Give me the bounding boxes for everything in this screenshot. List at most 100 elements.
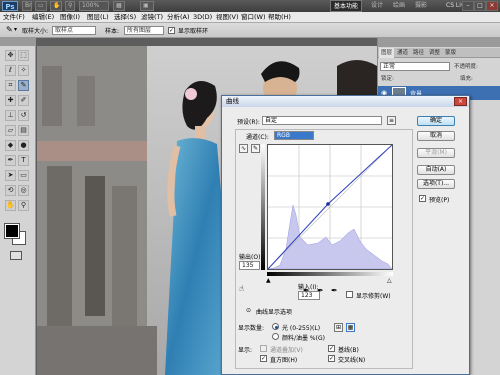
white-point-slider-icon[interactable]: △ <box>387 277 392 284</box>
preset-options-icon[interactable]: ≡ <box>387 116 396 125</box>
shape-icon[interactable]: ▭ <box>18 170 29 181</box>
hand-tool-icon[interactable]: ✋ <box>50 1 62 11</box>
grid-10x10-icon[interactable]: ▦ <box>346 323 355 332</box>
show-clipping-checkbox[interactable] <box>346 291 353 298</box>
dialog-close-icon[interactable]: × <box>454 97 467 106</box>
menu-analysis[interactable]: 分析(A) <box>167 12 190 23</box>
black-eyedropper-icon[interactable]: ✒ <box>303 286 310 295</box>
curve-edit-icon[interactable]: ∿ <box>239 144 248 153</box>
histogram-label: 直方图(H) <box>270 357 298 364</box>
dodge-icon[interactable]: ● <box>18 140 29 151</box>
3d-orbit-icon[interactable]: ◎ <box>18 185 29 196</box>
quick-select-icon[interactable]: ✧ <box>18 65 29 76</box>
pigment-radio[interactable] <box>272 333 279 340</box>
tool-preset-arrow-icon[interactable]: ▾ <box>14 26 17 33</box>
zoom-level[interactable]: 100% <box>79 1 109 11</box>
preview-checkbox[interactable]: ✓ <box>419 195 426 202</box>
path-select-icon[interactable]: ➤ <box>5 170 16 181</box>
history-brush-icon[interactable]: ↺ <box>18 110 29 121</box>
menu-select[interactable]: 选择(S) <box>114 12 136 23</box>
sample-size-select[interactable]: 取样点 <box>52 26 96 35</box>
tab-layers[interactable]: 图层 <box>379 48 395 58</box>
workspace-design[interactable]: 设计 <box>368 0 386 12</box>
tools-panel-header[interactable] <box>0 38 36 46</box>
eraser-icon[interactable]: ▱ <box>5 125 16 136</box>
workspace-essentials[interactable]: 基本功能 <box>330 0 363 12</box>
ok-button[interactable]: 确定 <box>417 116 455 126</box>
minimize-icon[interactable]: – <box>462 1 474 11</box>
type-icon[interactable]: T <box>18 155 29 166</box>
grid-4x4-icon[interactable]: ⊞ <box>334 323 343 332</box>
menu-edit[interactable]: 编辑(E) <box>32 12 54 23</box>
crop-icon[interactable]: ⌗ <box>5 80 16 91</box>
eyedropper-icon[interactable]: ✎ <box>6 25 13 34</box>
tab-masks[interactable]: 蒙版 <box>443 48 458 58</box>
maximize-icon[interactable]: □ <box>474 1 486 11</box>
tab-channels[interactable]: 通道 <box>395 48 410 58</box>
pigment-label: 颜料/油墨 %(G) <box>282 335 325 342</box>
smooth-button[interactable]: 平滑(M) <box>417 148 455 158</box>
expand-options-icon[interactable]: ⊙ <box>246 307 251 314</box>
mini-bridge-icon[interactable]: ▭ <box>35 1 47 11</box>
workspace-painting[interactable]: 绘画 <box>390 0 408 12</box>
arrange-documents-icon[interactable]: ▦ <box>113 1 125 11</box>
menu-window[interactable]: 窗口(W) <box>241 12 266 23</box>
output-label: 输出(O): <box>239 254 263 261</box>
menu-image[interactable]: 图像(I) <box>60 12 80 23</box>
bridge-icon[interactable]: Br <box>22 1 32 11</box>
curve-svg <box>267 144 393 270</box>
histogram-checkbox[interactable]: ✓ <box>260 355 267 362</box>
marquee-icon[interactable]: ⬚ <box>18 50 29 61</box>
options-button[interactable]: 选项(T)... <box>417 179 455 189</box>
show-amount-label: 显示数量: <box>238 325 265 332</box>
zoom-icon[interactable]: ⚲ <box>18 200 29 211</box>
black-point-slider-icon[interactable]: ▲ <box>266 277 271 284</box>
eyedropper-icon[interactable]: ✎ <box>18 80 29 91</box>
preset-select[interactable]: 自定 <box>262 116 382 125</box>
blur-icon[interactable]: ◆ <box>5 140 16 151</box>
auto-button[interactable]: 自动(A) <box>417 165 455 175</box>
sample-select[interactable]: 所有图层 <box>124 26 164 35</box>
zoom-tool-icon[interactable]: ⚲ <box>65 1 75 11</box>
tab-paths[interactable]: 路径 <box>411 48 426 58</box>
target-adjust-icon[interactable]: ☝ <box>239 284 244 293</box>
screen-mode-icon[interactable]: ▣ <box>140 1 154 11</box>
tab-adjustments[interactable]: 调整 <box>427 48 442 58</box>
pencil-icon[interactable]: ✎ <box>251 144 260 153</box>
white-eyedropper-icon[interactable]: ✒ <box>331 286 338 295</box>
clone-stamp-icon[interactable]: ⊥ <box>5 110 16 121</box>
healing-icon[interactable]: ✚ <box>5 95 16 106</box>
dialog-title: 曲线 <box>222 96 469 107</box>
menu-help[interactable]: 帮助(H) <box>268 12 291 23</box>
gradient-icon[interactable]: ▤ <box>18 125 29 136</box>
menu-view[interactable]: 视图(V) <box>216 12 239 23</box>
move-icon[interactable]: ✥ <box>5 50 16 61</box>
menu-file[interactable]: 文件(F) <box>3 12 25 23</box>
brush-icon[interactable]: ✐ <box>18 95 29 106</box>
close-window-icon[interactable]: × <box>486 1 498 11</box>
pen-icon[interactable]: ✒ <box>5 155 16 166</box>
light-radio[interactable] <box>272 323 279 330</box>
intersection-checkbox[interactable]: ✓ <box>328 355 335 362</box>
cancel-button[interactable]: 取消 <box>417 131 455 141</box>
output-field[interactable]: 135 <box>239 261 260 270</box>
curve-graph[interactable] <box>267 144 393 270</box>
show-ring-checkbox[interactable]: ✓ <box>168 27 175 34</box>
foreground-color-swatch[interactable] <box>4 223 20 239</box>
quick-mask-icon[interactable] <box>10 251 22 260</box>
preset-label: 预设(R): <box>237 119 260 126</box>
lasso-icon[interactable]: ℓ <box>5 65 16 76</box>
3d-rotate-icon[interactable]: ⟲ <box>5 185 16 196</box>
menu-filter[interactable]: 滤镜(T) <box>141 12 163 23</box>
menu-3d[interactable]: 3D(D) <box>193 12 212 23</box>
channel-select[interactable]: RGB <box>274 131 314 140</box>
show-clipping-label: 显示修剪(W) <box>356 293 391 300</box>
baseline-checkbox[interactable]: ✓ <box>328 345 335 352</box>
channel-overlays-checkbox[interactable] <box>260 345 267 352</box>
hand-icon[interactable]: ✋ <box>5 200 16 211</box>
workspace-photography[interactable]: 摄影 <box>412 0 430 12</box>
panel-header[interactable] <box>378 38 500 47</box>
gray-eyedropper-icon[interactable]: ✒ <box>317 286 324 295</box>
menu-layer[interactable]: 图层(L) <box>87 12 109 23</box>
blend-mode-select[interactable]: 正常 <box>380 62 450 71</box>
